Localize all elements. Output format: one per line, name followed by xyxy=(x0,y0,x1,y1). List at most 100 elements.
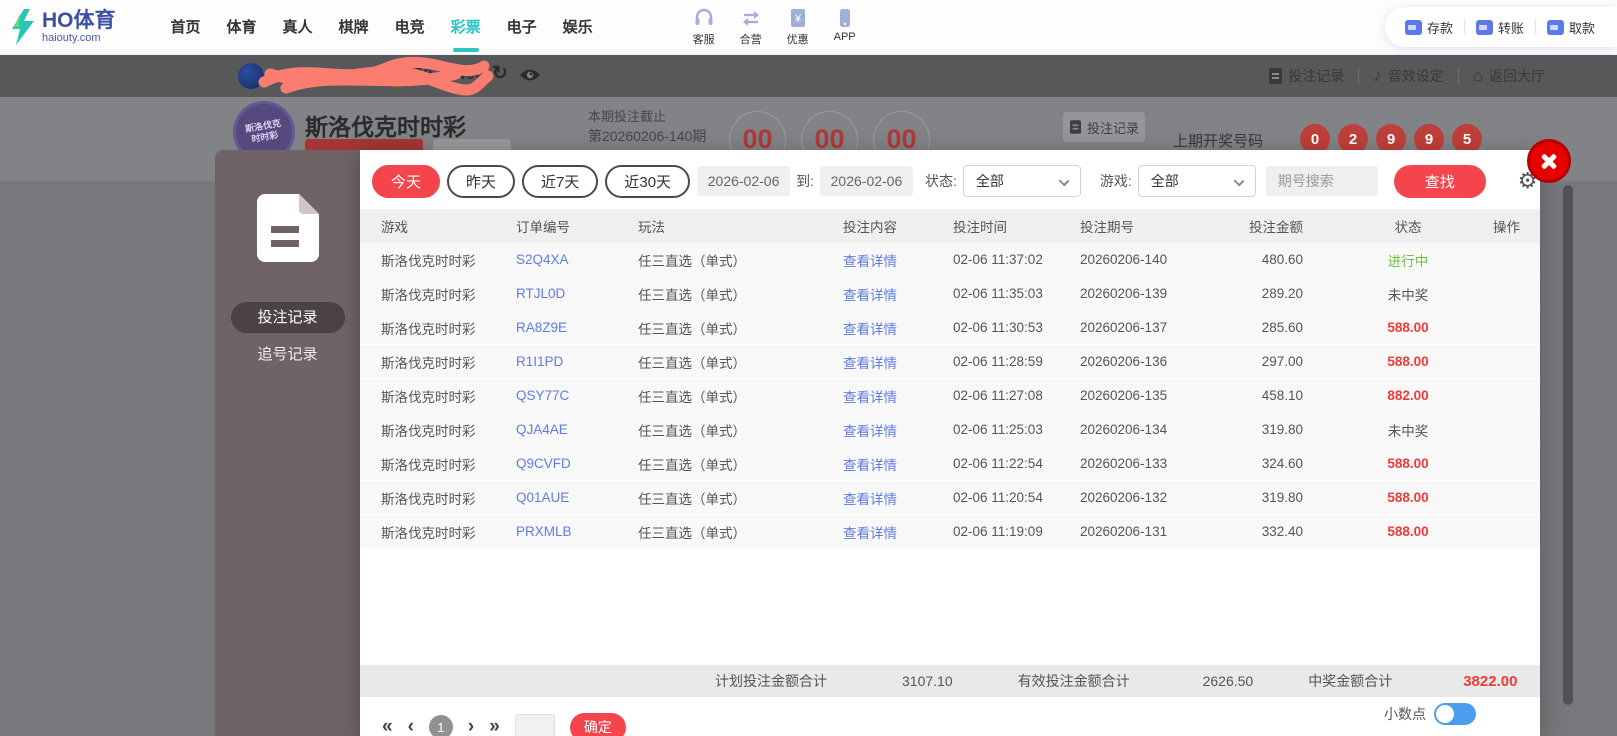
filter-bar: 今天 昨天 近7天 近30天 到: 状态: 全部 游戏: 全部 xyxy=(360,150,1540,198)
order-id-link[interactable]: S2Q4XA xyxy=(516,252,638,267)
withdraw-icon xyxy=(1547,20,1564,35)
status-select[interactable]: 全部 xyxy=(963,165,1081,197)
bet-records-modal: 今天 昨天 近7天 近30天 到: 状态: 全部 游戏: 全部 xyxy=(360,150,1540,736)
order-id-link[interactable]: RTJL0D xyxy=(516,286,638,301)
table-row: 斯洛伐克时时彩 PRXMLB 任三直选（单式） 查看详情 02-06 11:19… xyxy=(360,515,1540,549)
sidebar-item[interactable]: 投注记录 xyxy=(231,302,345,333)
order-id-link[interactable]: Q01AUE xyxy=(516,490,638,505)
view-details-link[interactable]: 查看详情 xyxy=(805,386,935,406)
status-badge: 未中奖 xyxy=(1343,284,1473,304)
prev-page-button[interactable]: ‹ xyxy=(408,713,414,736)
nav-menu-item[interactable]: 首页 xyxy=(171,0,201,55)
table-row: 斯洛伐克时时彩 Q01AUE 任三直选（单式） 查看详情 02-06 11:20… xyxy=(360,481,1540,515)
page-confirm-button[interactable]: 确定 xyxy=(570,713,626,736)
view-details-link[interactable]: 查看详情 xyxy=(805,318,935,338)
last-draw-label: 上期开奖号码 xyxy=(1173,130,1263,151)
bet-records-icon xyxy=(257,194,319,262)
order-id-link[interactable]: PRXMLB xyxy=(516,524,638,539)
header-bet-records-button[interactable]: 投注记录 xyxy=(1063,112,1145,142)
table-row: 斯洛伐克时时彩 QJA4AE 任三直选（单式） 查看详情 02-06 11:25… xyxy=(360,413,1540,447)
next-page-button[interactable]: › xyxy=(468,713,474,736)
date-from-input[interactable] xyxy=(697,166,790,196)
cell-amount: 289.20 xyxy=(1190,286,1343,301)
view-details-link[interactable]: 查看详情 xyxy=(805,420,935,440)
eye-icon[interactable] xyxy=(519,68,541,87)
status-badge: 未中奖 xyxy=(1343,420,1473,440)
avatar[interactable] xyxy=(238,63,264,89)
refresh-balance-icon[interactable]: ↻ xyxy=(492,62,508,85)
brand-domain: haiouty.com xyxy=(42,32,116,44)
order-id-link[interactable]: R1I1PD xyxy=(516,354,638,369)
quick-date-button[interactable]: 昨天 xyxy=(447,165,515,198)
nav-menu-item[interactable]: 彩票 xyxy=(451,0,481,55)
lightning-logo-icon xyxy=(10,9,36,45)
cell-bet-time: 02-06 11:27:08 xyxy=(935,388,1060,403)
back-to-lobby-link[interactable]: ⌂ 返回大厅 xyxy=(1473,66,1545,86)
view-details-link[interactable]: 查看详情 xyxy=(805,250,935,270)
page-jump-input[interactable] xyxy=(515,714,555,736)
quick-date-button[interactable]: 近30天 xyxy=(605,165,690,198)
sound-settings-link[interactable]: ♪ 音效设定 xyxy=(1373,66,1444,86)
chevron-down-icon xyxy=(1233,176,1244,187)
first-page-button[interactable]: « xyxy=(382,713,393,736)
main-menu: 首页 体育 真人 棋牌 电竞 彩票 电子 娱乐 xyxy=(171,0,593,55)
quick-date-button[interactable]: 近7天 xyxy=(522,165,598,198)
order-id-link[interactable]: QJA4AE xyxy=(516,422,638,437)
decimal-toggle[interactable] xyxy=(1434,703,1476,725)
close-button[interactable] xyxy=(1527,139,1571,183)
deadline-label: 本期投注截止 xyxy=(588,106,666,125)
table-body: 斯洛伐克时时彩 S2Q4XA 任三直选（单式） 查看详情 02-06 11:37… xyxy=(360,243,1540,549)
scrollbar[interactable] xyxy=(1563,185,1573,705)
order-id-link[interactable]: QSY77C xyxy=(516,388,638,403)
nav-menu-item[interactable]: 棋牌 xyxy=(339,0,369,55)
view-details-link[interactable]: 查看详情 xyxy=(805,352,935,372)
order-id-link[interactable]: RA8Z9E xyxy=(516,320,638,335)
view-details-link[interactable]: 查看详情 xyxy=(805,454,935,474)
wallet-bar: 存款 转账 取款 xyxy=(1385,7,1617,47)
table-row: 斯洛伐克时时彩 R1I1PD 任三直选（单式） 查看详情 02-06 11:28… xyxy=(360,345,1540,379)
view-details-link[interactable]: 查看详情 xyxy=(805,284,935,304)
cell-bet-time: 02-06 11:37:02 xyxy=(935,252,1060,267)
promotions-link[interactable]: ¥ 优惠 xyxy=(787,7,809,47)
cell-bet-time: 02-06 11:30:53 xyxy=(935,320,1060,335)
cell-period: 20260206-139 xyxy=(1060,286,1190,301)
table-row: 斯洛伐克时时彩 RTJL0D 任三直选（单式） 查看详情 02-06 11:35… xyxy=(360,277,1540,311)
nav-menu-item[interactable]: 电子 xyxy=(507,0,537,55)
sidebar-item[interactable]: 追号记录 xyxy=(231,339,345,370)
transfer-button[interactable]: 转账 xyxy=(1476,18,1524,37)
nav-menu-item[interactable]: 电竞 xyxy=(395,0,425,55)
cell-amount: 324.60 xyxy=(1190,456,1343,471)
cell-game: 斯洛伐克时时彩 xyxy=(381,488,516,508)
cell-bet-time: 02-06 11:28:59 xyxy=(935,354,1060,369)
cell-amount: 332.40 xyxy=(1190,524,1343,539)
app-download-link[interactable]: APP xyxy=(834,7,856,47)
withdraw-button[interactable]: 取款 xyxy=(1547,18,1595,37)
table-header: 游戏 订单编号 玩法 投注内容 投注时间 投注期号 投注金额 状态 操作 xyxy=(360,209,1540,243)
last-page-button[interactable]: » xyxy=(489,713,500,736)
partnership-link[interactable]: 合营 xyxy=(740,7,762,47)
period-label: 第20260206-140期 xyxy=(588,126,706,146)
quick-date-button[interactable]: 今天 xyxy=(372,165,440,198)
search-button[interactable]: 查找 xyxy=(1394,165,1486,198)
valid-total-label: 有效投注金额合计 xyxy=(1018,671,1130,691)
to-label: 到: xyxy=(796,171,814,191)
cell-bet-time: 02-06 11:22:54 xyxy=(935,456,1060,471)
game-select[interactable]: 全部 xyxy=(1138,165,1256,197)
sidebar-items: 投注记录 追号记录 xyxy=(215,262,360,370)
cell-play-type: 任三直选（单式） xyxy=(638,386,805,406)
cell-period: 20260206-140 xyxy=(1060,252,1190,267)
deposit-button[interactable]: 存款 xyxy=(1405,18,1453,37)
nav-menu-item[interactable]: 娱乐 xyxy=(563,0,593,55)
nav-menu-item[interactable]: 体育 xyxy=(227,0,257,55)
logo[interactable]: HO体育 haiouty.com xyxy=(0,9,116,45)
nav-menu-item[interactable]: 真人 xyxy=(283,0,313,55)
bet-records-link[interactable]: 投注记录 xyxy=(1269,66,1344,86)
order-id-link[interactable]: Q9CVFD xyxy=(516,456,638,471)
modal-sidebar: 投注记录 追号记录 xyxy=(215,150,360,736)
status-badge: 882.00 xyxy=(1343,388,1473,403)
view-details-link[interactable]: 查看详情 xyxy=(805,488,935,508)
period-search-input[interactable] xyxy=(1266,166,1378,196)
date-to-input[interactable] xyxy=(820,166,913,196)
view-details-link[interactable]: 查看详情 xyxy=(805,522,935,542)
customer-service-link[interactable]: 客服 xyxy=(693,7,715,47)
